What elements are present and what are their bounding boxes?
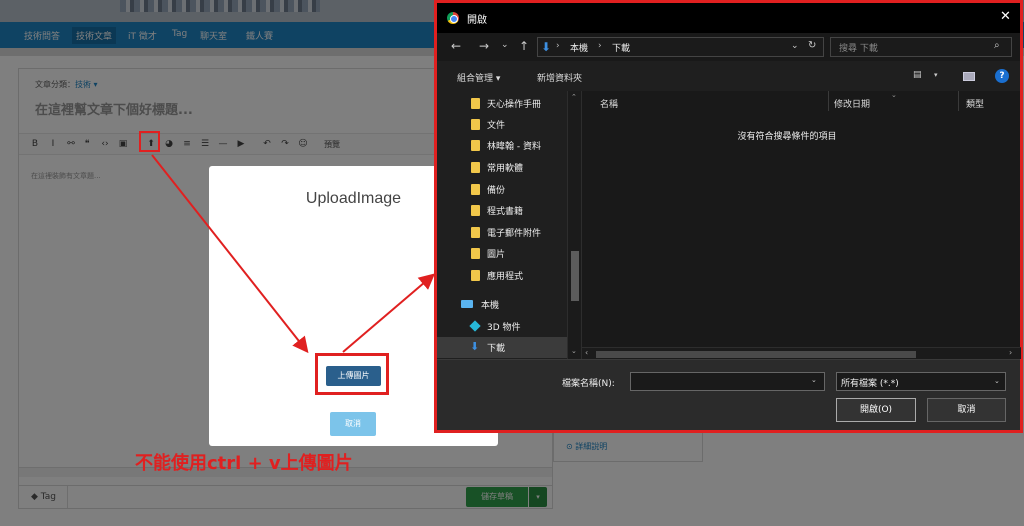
dialog-title: 開啟 (467, 15, 487, 26)
up-icon[interactable]: ↑ (519, 39, 529, 53)
folder-icon (471, 248, 480, 259)
scrollbar-thumb[interactable] (596, 351, 916, 358)
open-file-dialog: 開啟 ✕ ← → ⌄ ↑ ⬇ › 本機 › 下載 ⌄ ↻ 搜尋 下載 ⌕ 組合管… (434, 0, 1023, 433)
view-options-icon[interactable]: ▤ (913, 70, 922, 80)
column-divider[interactable] (958, 91, 959, 111)
cube-icon (469, 320, 481, 332)
chevron-right-icon[interactable]: › (1009, 348, 1012, 357)
download-icon: ⬇ (470, 340, 480, 353)
tree-item-folder[interactable]: 天心操作手冊 (437, 93, 567, 114)
tree-item-folder[interactable]: 文件 (437, 114, 567, 135)
tree-item-folder[interactable]: 應用程式 (437, 265, 567, 286)
chevron-down-icon: ⌄ (994, 377, 1000, 385)
navigation-pane: 天心操作手冊 文件 林暐翰 - 資料 常用軟體 備份 程式書籍 電子郵件附件 圖… (437, 91, 581, 359)
column-header-type[interactable]: 類型 (966, 97, 984, 110)
folder-icon (471, 162, 480, 173)
command-bar: 組合管理 ▾ 新增資料夾 ▤ ▾ ? (437, 61, 1020, 91)
filename-field[interactable] (630, 372, 825, 391)
tree-item-folder[interactable]: 備份 (437, 179, 567, 200)
horizontal-scrollbar[interactable]: ‹ › (582, 347, 1021, 359)
tree-item-folder[interactable]: 圖片 (437, 243, 567, 264)
folder-icon (471, 205, 480, 216)
tree-item-3d-objects[interactable]: 3D 物件 (437, 316, 567, 337)
tree-item-folder[interactable]: 林暐翰 - 資料 (437, 135, 567, 156)
scrollbar-thumb[interactable] (571, 251, 579, 301)
help-icon[interactable]: ? (995, 69, 1009, 83)
chevron-up-icon[interactable]: ⌃ (571, 93, 577, 101)
back-icon[interactable]: ← (451, 39, 461, 53)
search-icon[interactable]: ⌕ (994, 40, 1000, 51)
arrow-to-upload-button (151, 154, 309, 354)
preview-pane-icon[interactable] (963, 72, 975, 81)
sort-icon: ⌄ (891, 91, 897, 99)
folder-icon (471, 119, 480, 130)
navigation-scrollbar[interactable]: ⌃ ⌄ (567, 91, 581, 359)
breadcrumb-downloads[interactable]: 下載 (612, 41, 630, 54)
arrow-to-file-dialog (342, 273, 436, 353)
refresh-icon[interactable]: ↻ (808, 40, 816, 51)
path-separator: › (556, 41, 560, 51)
folder-icon (471, 227, 480, 238)
chevron-down-icon[interactable]: ⌄ (811, 376, 817, 384)
search-input[interactable]: 搜尋 下載 ⌕ (830, 37, 1012, 57)
chevron-down-icon[interactable]: ⌄ (571, 347, 577, 355)
new-folder-button[interactable]: 新增資料夾 (537, 71, 582, 84)
empty-state-message: 沒有符合搜尋條件的項目 (737, 132, 837, 142)
column-header-modified[interactable]: 修改日期 (834, 97, 870, 110)
file-list-pane: 名稱 修改日期 ⌄ 類型 沒有符合搜尋條件的項目 ‹ › (581, 91, 1021, 359)
chevron-left-icon[interactable]: ‹ (585, 348, 588, 357)
address-row: ← → ⌄ ↑ ⬇ › 本機 › 下載 ⌄ ↻ 搜尋 下載 ⌕ (437, 33, 1020, 61)
dialog-cancel-button[interactable]: 取消 (927, 398, 1006, 422)
tree-item-folder[interactable]: 程式書籍 (437, 200, 567, 221)
annotation-caption: 不能使用ctrl + v上傳圖片 (135, 453, 353, 474)
dialog-footer: 檔案名稱(N): ⌄ 所有檔案 (*.*) ⌄ 開啟(O) 取消 (437, 359, 1020, 430)
open-button[interactable]: 開啟(O) (836, 398, 916, 422)
chevron-down-icon[interactable]: ▾ (934, 71, 938, 79)
address-bar[interactable]: ⬇ › 本機 › 下載 ⌄ ↻ (537, 37, 824, 57)
tree-item-folder[interactable]: 電子郵件附件 (437, 222, 567, 243)
chrome-icon (447, 12, 459, 24)
organize-menu[interactable]: 組合管理 ▾ (457, 71, 500, 84)
breadcrumb-this-pc[interactable]: 本機 (570, 41, 588, 54)
chevron-down-icon[interactable]: ⌄ (791, 41, 799, 51)
tree-item-downloads[interactable]: ⬇ 下載 (437, 337, 567, 358)
folder-icon (471, 140, 480, 151)
search-placeholder: 搜尋 下載 (839, 44, 878, 54)
folder-icon (471, 184, 480, 195)
downloads-icon: ⬇ (540, 40, 552, 54)
tree-item-this-pc[interactable]: 本機 (437, 294, 567, 315)
tree-item-folder[interactable]: 常用軟體 (437, 157, 567, 178)
filetype-value: 所有檔案 (*.*) (841, 379, 899, 389)
column-header-name[interactable]: 名稱 (600, 97, 618, 110)
dialog-titlebar: 開啟 ✕ (437, 3, 1020, 33)
close-icon[interactable]: ✕ (1000, 9, 1011, 24)
recent-locations-icon[interactable]: ⌄ (501, 40, 509, 50)
folder-icon (471, 270, 480, 281)
column-divider[interactable] (828, 91, 829, 111)
forward-icon[interactable]: → (479, 39, 489, 53)
filetype-select[interactable]: 所有檔案 (*.*) ⌄ (836, 372, 1006, 391)
path-separator: › (598, 41, 602, 51)
computer-icon (461, 300, 473, 308)
folder-icon (471, 98, 480, 109)
filename-label: 檔案名稱(N): (562, 379, 615, 389)
